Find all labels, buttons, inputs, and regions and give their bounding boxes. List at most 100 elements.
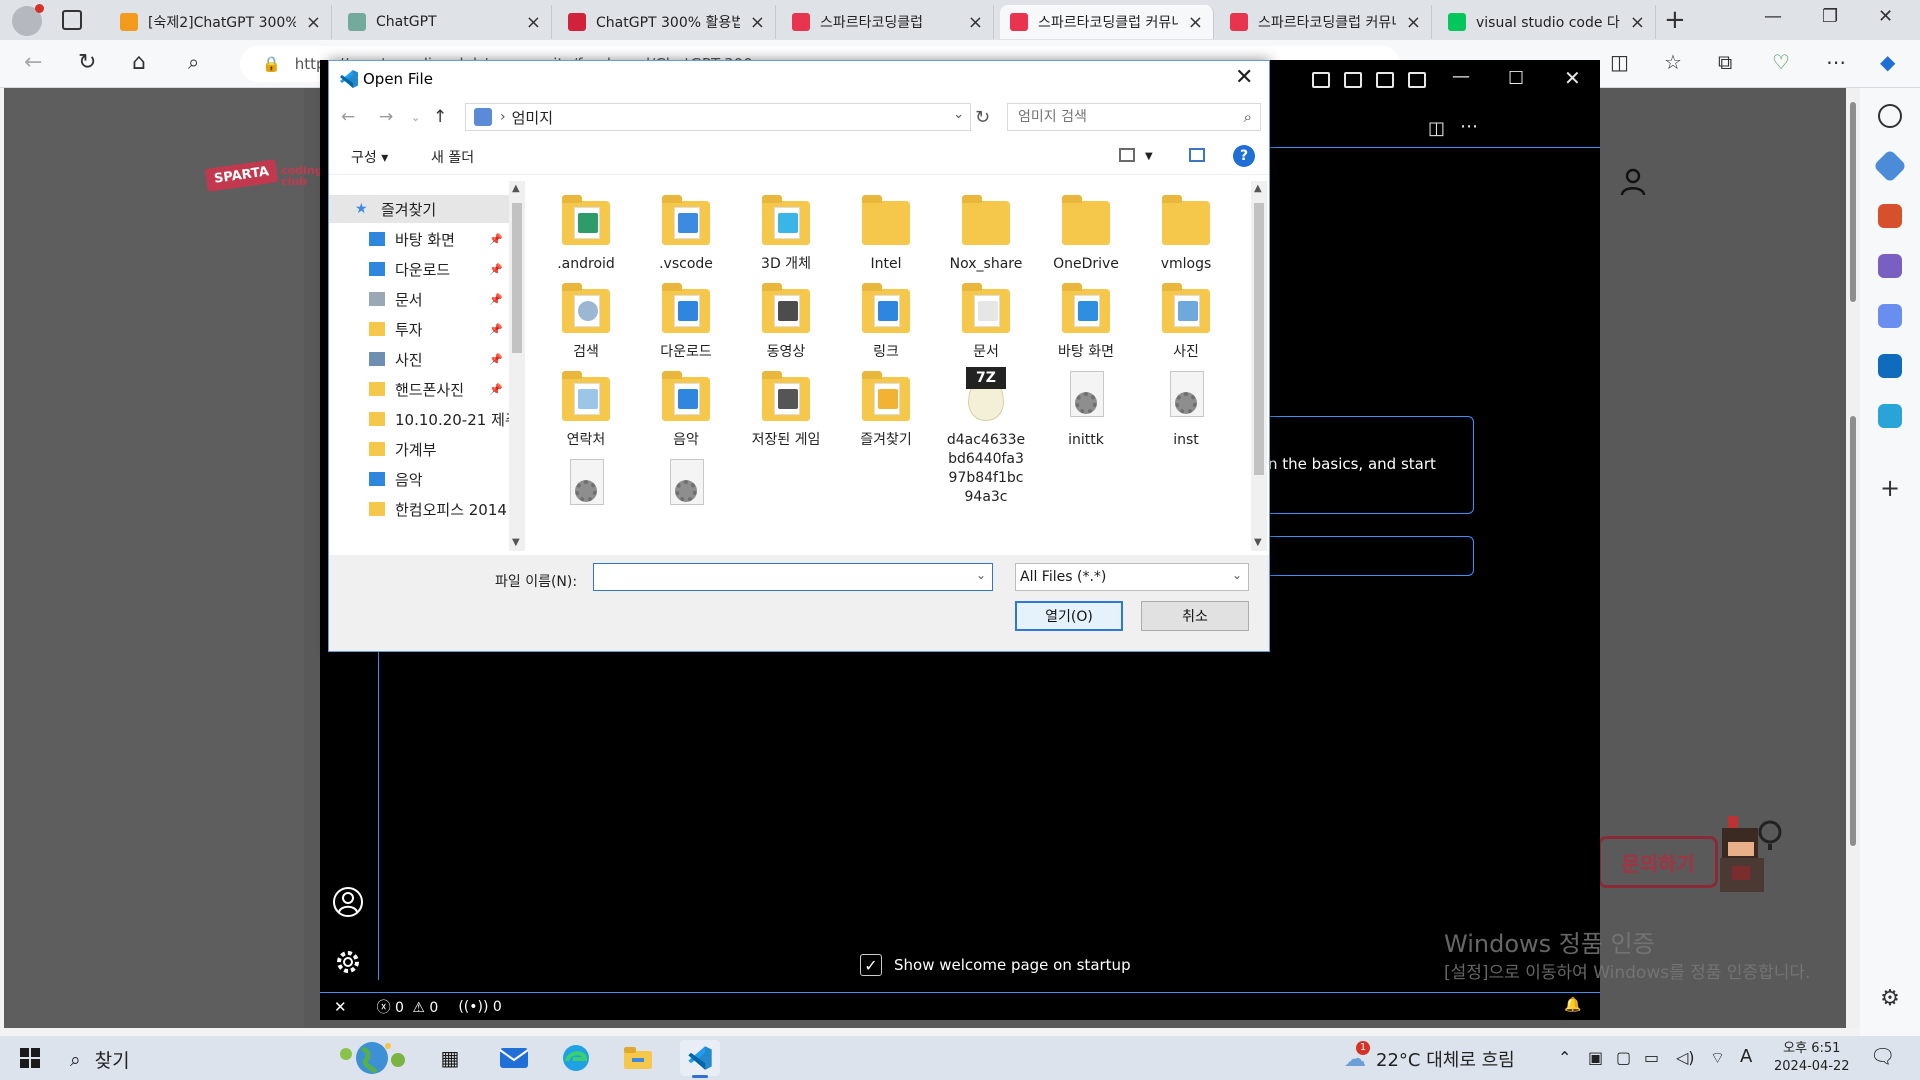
browser-tab[interactable]: [숙제2]ChatGPT 300% 활용법 × [110,5,332,39]
notifications-bell-icon[interactable]: 🔔 [1564,997,1581,1013]
vs-close-icon[interactable]: ✕ [1564,66,1581,90]
sidebar-tag-icon[interactable] [1873,149,1907,183]
search-icon[interactable]: ⌕ [1244,108,1252,126]
filename-input[interactable] [594,564,964,590]
folder-item[interactable]: 동영상 [739,279,833,362]
ime-indicator[interactable]: A [1740,1046,1752,1067]
profile-avatar[interactable] [12,4,44,36]
vs-minimize-icon[interactable]: — [1452,66,1470,87]
scroll-up-icon[interactable]: ▲ [1254,183,1262,194]
nav-item[interactable]: 다운로드 📌 [329,255,509,283]
restore-icon[interactable]: ❐ [1822,6,1838,27]
back-icon[interactable]: ← [24,50,42,75]
search-highlight-globe-icon[interactable] [332,1038,412,1078]
dialog-close-icon[interactable]: ✕ [1235,65,1253,90]
problems-status[interactable]: ⓧ 0 ⚠ 0 [377,997,439,1017]
folder-item[interactable]: 문서 [939,279,1033,362]
scroll-down-icon[interactable]: ▼ [512,537,520,548]
tab-close-icon[interactable]: × [1406,12,1421,33]
close-icon[interactable]: ✕ [1878,6,1893,27]
toggle-sidebar-icon[interactable] [1312,72,1330,88]
mail-icon[interactable] [494,1040,534,1076]
favorites-icon[interactable]: ☆ [1664,50,1682,74]
tab-close-icon[interactable]: × [968,12,983,33]
tab-actions-icon[interactable] [62,10,82,30]
filename-combobox[interactable]: ⌄ [593,563,993,591]
file-item[interactable] [539,455,633,519]
taskbar-search[interactable]: ⌕ 찾기 [70,1046,130,1073]
scroll-down-icon[interactable]: ▼ [1254,537,1262,548]
nav-item[interactable]: 가계부 [329,435,509,463]
nav-item[interactable]: 바탕 화면 📌 [329,225,509,253]
recent-dropdown-icon[interactable]: ⌄ [411,111,420,124]
clock[interactable]: 오후 6:51 2024-04-22 [1774,1040,1850,1076]
file-item[interactable] [639,455,733,519]
browser-tab[interactable]: ChatGPT 300% 활용법 × [558,5,776,39]
browser-tab[interactable]: ChatGPT × [338,5,552,39]
chevron-down-icon[interactable]: ⌄ [953,107,964,122]
folder-item[interactable]: .vscode [639,191,733,274]
cancel-button[interactable]: 취소 [1141,601,1249,631]
user-icon[interactable] [1620,168,1646,196]
edge-icon[interactable] [556,1040,596,1076]
show-welcome-checkbox[interactable]: ✓ Show welcome page on startup [860,954,1131,976]
customize-layout-icon[interactable] [1408,72,1426,88]
ports-status[interactable]: ((•)) 0 [458,999,501,1015]
page-scrollbar[interactable] [1846,88,1860,1028]
browser-tab[interactable]: 스파르타코딩클럽 커뮤니티 × [1000,5,1214,39]
sidebar-settings-icon[interactable]: ⚙ [1878,988,1902,1012]
breadcrumb-current[interactable]: 엄미지 [512,107,553,128]
folder-search-input[interactable] [1018,109,1228,125]
folder-item[interactable]: 저장된 게임 [739,367,833,450]
nav-item[interactable]: 음악 [329,465,509,493]
more-icon[interactable]: ⋯ [1826,50,1846,74]
folder-item[interactable]: 연락처 [539,367,633,450]
sparta-logo[interactable]: SPARTA coding club [204,159,323,192]
breadcrumb[interactable]: › 엄미지 ⌄ [465,103,971,131]
tab-close-icon[interactable]: × [306,12,321,33]
folder-item[interactable]: Nox_share [939,191,1033,274]
nav-item[interactable]: 문서 📌 [329,285,509,313]
nav-pane-scrollbar[interactable]: ▲ ▼ [509,181,525,551]
nav-item[interactable]: 핸드폰사진 📌 [329,375,509,403]
tray-overflow-icon[interactable]: ⌃ [1558,1048,1571,1067]
change-view-icon[interactable] [1119,148,1135,162]
performance-icon[interactable]: ♡ [1772,50,1790,74]
accounts-icon[interactable] [332,886,364,918]
sidebar-search-icon[interactable] [1878,104,1902,128]
folder-item[interactable]: vmlogs [1139,191,1233,274]
nav-item[interactable]: 투자 📌 [329,315,509,343]
folder-item[interactable]: 다운로드 [639,279,733,362]
notification-center-icon[interactable]: 🗨 [1870,1044,1895,1068]
up-arrow-icon[interactable]: ↑ [433,107,447,127]
volume-icon[interactable]: ◁) [1676,1048,1695,1067]
sidebar-games-icon[interactable] [1878,254,1902,278]
preview-pane-icon[interactable] [1189,148,1205,162]
browser-tab[interactable]: visual studio code 다운로드 × [1438,5,1656,39]
scroll-up-icon[interactable]: ▲ [512,183,520,194]
folder-item[interactable]: 사진 [1139,279,1233,362]
task-view-icon[interactable]: ▦ [430,1040,470,1076]
filetype-select[interactable]: All Files (*.*) ⌄ [1015,563,1249,591]
toggle-panel-icon[interactable] [1344,72,1362,88]
folder-item[interactable]: 링크 [839,279,933,362]
manage-gear-icon[interactable] [332,946,364,978]
weather-widget[interactable]: ☁ 1 22°C 대체로 흐림 [1344,1040,1515,1072]
folder-search[interactable]: ⌕ [1007,103,1261,131]
new-folder-button[interactable]: 새 폴더 [431,147,474,167]
tab-close-icon[interactable]: × [526,12,541,33]
chevron-down-icon[interactable]: ⌄ [1232,568,1242,582]
nav-item[interactable]: 한컴오피스 2014 [329,495,509,523]
view-options-chevron-icon[interactable]: ▼ [1145,151,1153,162]
forward-arrow-icon[interactable]: → [379,107,393,127]
file-item[interactable]: inittk [1039,367,1133,450]
nav-item[interactable]: 사진 📌 [329,345,509,373]
organize-button[interactable]: 구성 ▾ [351,147,388,167]
minimize-icon[interactable]: — [1764,6,1782,27]
vscode-taskbar-icon[interactable] [680,1040,720,1078]
folder-item[interactable]: 3D 개체 [739,191,833,274]
folder-item[interactable]: OneDrive [1039,191,1133,274]
sidebar-outlook-icon[interactable] [1878,354,1902,378]
sidebar-tools-icon[interactable] [1878,204,1902,228]
folder-item[interactable]: Intel [839,191,933,274]
